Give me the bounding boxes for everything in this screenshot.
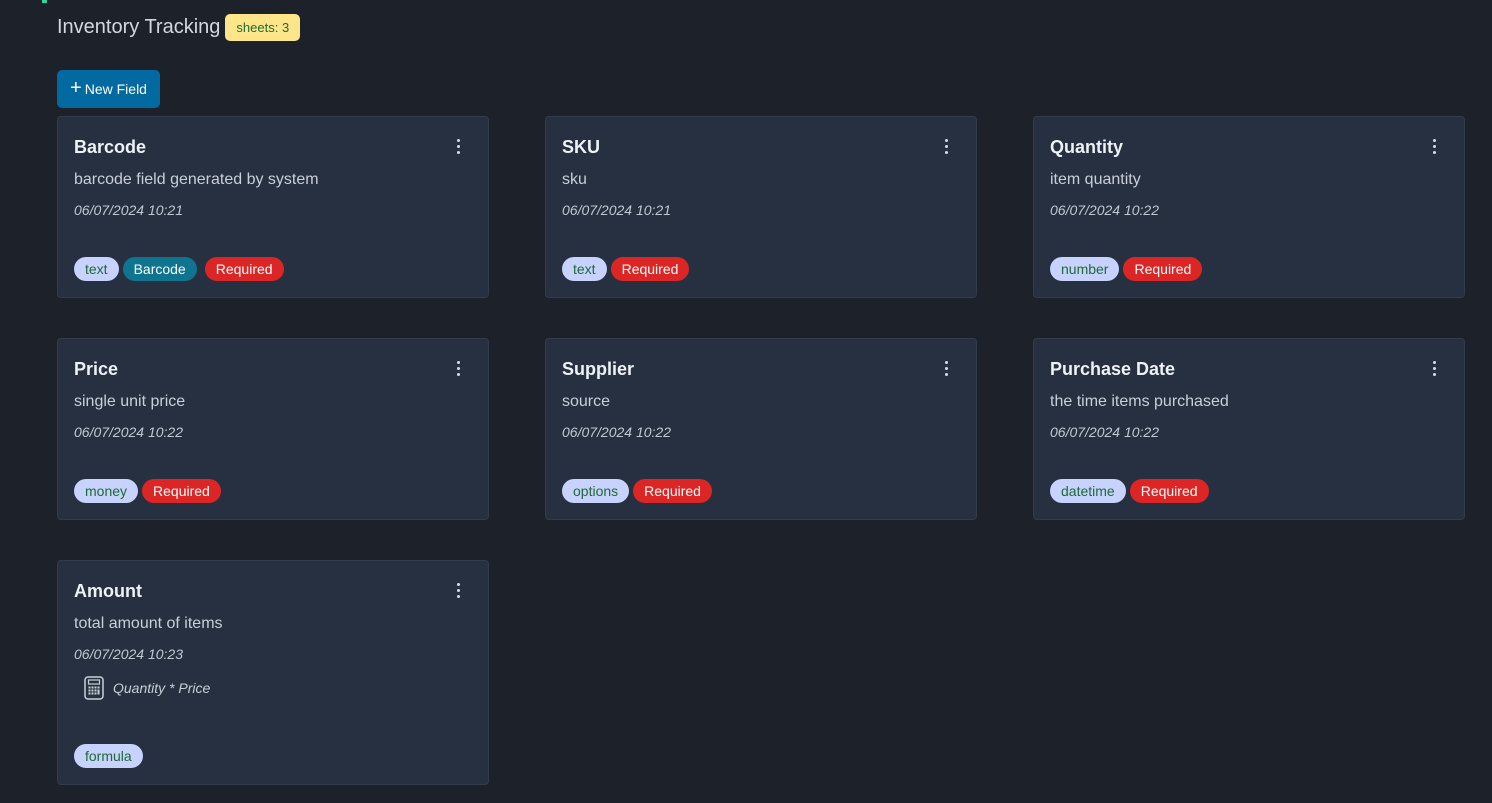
field-title: Price <box>74 359 119 379</box>
type-tag: text <box>74 257 119 281</box>
more-options-icon[interactable] <box>941 359 952 378</box>
required-tag: Required <box>1123 257 1203 281</box>
field-title: Quantity <box>1050 137 1124 157</box>
field-title: Supplier <box>562 359 635 379</box>
field-date: 06/07/2024 10:21 <box>74 202 183 218</box>
more-options-icon[interactable] <box>453 137 464 156</box>
field-card-amount[interactable]: Amount total amount of items 06/07/2024 … <box>57 560 489 785</box>
field-description: the time items purchased <box>1050 393 1229 410</box>
required-tag: Required <box>1129 479 1209 503</box>
required-tag: Required <box>610 257 690 281</box>
required-tag: Required <box>633 479 712 503</box>
more-options-icon[interactable] <box>453 581 464 600</box>
field-card-barcode[interactable]: Barcode barcode field generated by syste… <box>57 116 489 298</box>
field-date: 06/07/2024 10:22 <box>74 424 183 440</box>
more-options-icon[interactable] <box>941 137 952 156</box>
field-description: barcode field generated by system <box>74 171 319 188</box>
field-description: sku <box>562 171 587 188</box>
field-title: Purchase Date <box>1050 359 1176 379</box>
type-tag: formula <box>74 744 143 768</box>
field-date: 06/07/2024 10:22 <box>1050 424 1159 440</box>
field-description: item quantity <box>1050 171 1141 188</box>
calculator-icon <box>84 676 104 700</box>
field-card-quantity[interactable]: Quantity item quantity 06/07/2024 10:22 … <box>1033 116 1465 298</box>
new-field-label: New Field <box>84 81 147 97</box>
field-card-price[interactable]: Price single unit price 06/07/2024 10:22… <box>57 338 489 520</box>
sheets-count-badge: sheets: 3 <box>225 14 301 41</box>
field-description: single unit price <box>74 393 186 410</box>
field-title: Amount <box>74 581 142 601</box>
type-tag: number <box>1050 257 1120 281</box>
plus-icon: + <box>70 77 82 99</box>
field-date: 06/07/2024 10:21 <box>562 202 671 218</box>
field-description: source <box>562 393 611 410</box>
field-description: total amount of items <box>74 615 223 632</box>
field-card-purchase-date[interactable]: Purchase Date the time items purchased 0… <box>1033 338 1465 520</box>
field-date: 06/07/2024 10:23 <box>74 646 183 662</box>
formula-expression: Quantity * Price <box>113 680 211 696</box>
accent-mark <box>42 0 47 3</box>
field-card-supplier[interactable]: Supplier source 06/07/2024 10:22 options… <box>545 338 977 520</box>
field-title: SKU <box>562 137 601 157</box>
barcode-tag: Barcode <box>122 257 197 281</box>
more-options-icon[interactable] <box>453 359 464 378</box>
new-field-button[interactable]: + New Field <box>57 70 160 108</box>
required-tag: Required <box>204 257 284 281</box>
more-options-icon[interactable] <box>1429 359 1440 378</box>
type-tag: datetime <box>1050 479 1126 503</box>
formula-row: Quantity * Price <box>84 676 472 700</box>
type-tag: money <box>74 479 139 503</box>
more-options-icon[interactable] <box>1429 137 1440 156</box>
field-title: Barcode <box>74 137 147 157</box>
field-date: 06/07/2024 10:22 <box>1050 202 1159 218</box>
type-tag: options <box>562 479 630 503</box>
page-title: Inventory Tracking <box>57 16 221 38</box>
field-card-sku[interactable]: SKU sku 06/07/2024 10:21 text Required <box>545 116 977 298</box>
field-date: 06/07/2024 10:22 <box>562 424 671 440</box>
type-tag: text <box>562 257 607 281</box>
page-header: Inventory Tracking sheets: 3 <box>57 14 301 41</box>
required-tag: Required <box>142 479 221 503</box>
